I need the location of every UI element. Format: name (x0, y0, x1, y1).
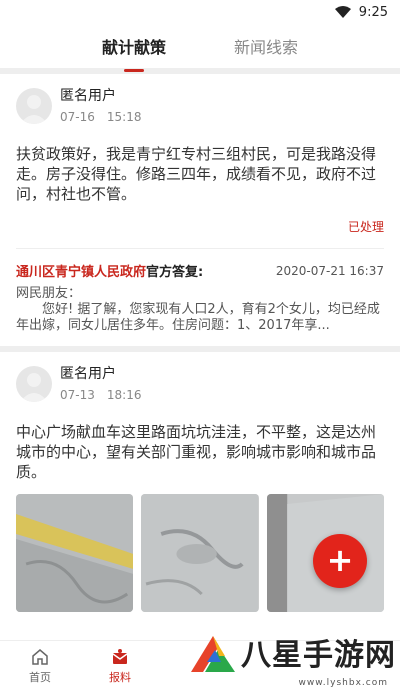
username: 匿名用户 (60, 88, 116, 104)
road-photo[interactable] (141, 494, 259, 612)
watermark-url: www.lyshbx.com (298, 678, 388, 688)
post-header: 匿名用户 07-13 18:16 (16, 366, 384, 408)
watermark: 八星手游网 www.lyshbx.com (185, 628, 396, 688)
post-card[interactable]: 匿名用户 07-16 15:18 扶贫政策好，我是青宁红专村三组村民，可是我路没得… (0, 74, 400, 346)
nav-home[interactable]: 首页 (0, 641, 80, 690)
nav-report[interactable]: 报料 (80, 641, 160, 690)
reply-header: 通川区青宁镇人民政府官方答复: 2020-07-21 16:37 (16, 249, 384, 286)
reply-org[interactable]: 通川区青宁镇人民政府 (16, 265, 146, 280)
reply-label: 官方答复: (146, 265, 204, 280)
status-bar: 9:25 (0, 0, 400, 24)
post-time: 18:16 (106, 388, 142, 402)
post-datetime: 07-13 18:16 (60, 388, 141, 402)
post-header: 匿名用户 07-16 15:18 (16, 88, 384, 130)
home-icon (32, 648, 48, 665)
reply-body: 网民朋友： 您好! 据了解，您家现有人口2人，育有2个女儿，均已经成年出嫁，同女… (16, 286, 384, 346)
post-time: 15:18 (106, 110, 142, 124)
status-badge: 已处理 (347, 220, 384, 234)
reply-greeting: 网民朋友： (16, 286, 82, 301)
road-photo[interactable] (16, 494, 134, 612)
nav-home-label: 首页 (29, 670, 51, 684)
reply-time: 2020-07-21 16:37 (275, 263, 384, 278)
plus-icon: + (326, 541, 354, 579)
status-time: 9:25 (358, 4, 388, 20)
add-report-button[interactable]: + (313, 534, 367, 588)
post-datetime: 07-16 15:18 (60, 110, 141, 124)
nav-report-label: 报料 (109, 670, 131, 684)
wifi-icon (334, 6, 351, 18)
avatar (16, 88, 52, 124)
user-icon (20, 95, 48, 124)
top-tabs: 献计献策 新闻线索 (0, 24, 400, 72)
post-content: 中心广场献血车这里路面坑坑洼洼，不平整，这是达州城市的中心，望有关部门重视，影响… (16, 423, 377, 481)
report-icon (112, 648, 128, 664)
post-content: 扶贫政策好，我是青宁红专村三组村民，可是我路没得走。房子没得住。修路三四年，成绩… (16, 145, 377, 203)
post-date: 07-16 (60, 110, 95, 124)
reply-text: 您好! 据了解，您家现有人口2人，育有2个女儿，均已经成年出嫁，同女儿居住多年。… (16, 302, 380, 333)
username: 匿名用户 (60, 366, 116, 382)
tab-suggestions[interactable]: 献计献策 (98, 26, 170, 72)
tab-news-leads[interactable]: 新闻线索 (230, 26, 302, 66)
watermark-text: 八星手游网 (241, 638, 396, 673)
watermark-logo-icon (191, 636, 235, 672)
post-date: 07-13 (60, 388, 95, 402)
avatar (16, 366, 52, 402)
user-icon (20, 373, 48, 402)
